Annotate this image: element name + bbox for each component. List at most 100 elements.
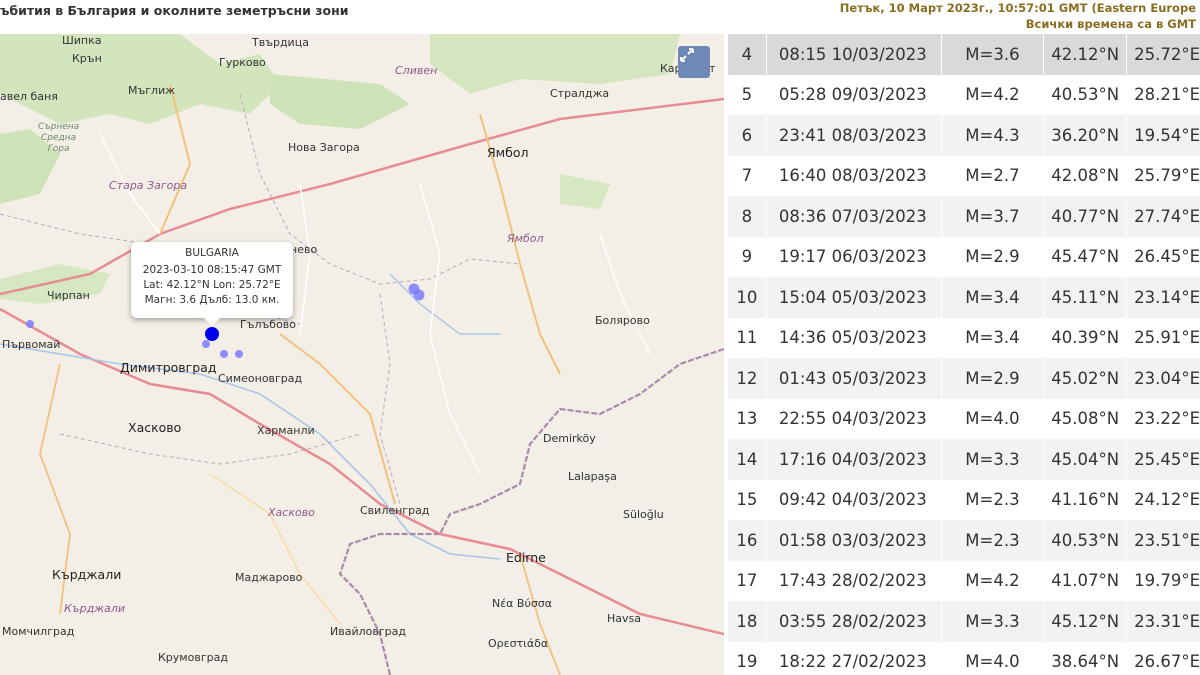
row-number: 6	[728, 115, 767, 156]
header-info: Петък, 10 Март 2023г., 10:57:01 GMT (Eas…	[840, 0, 1196, 32]
quake-marker[interactable]	[202, 340, 210, 348]
map-label: Demirköy	[543, 432, 596, 445]
quake-table-container[interactable]: 4 08:15 10/03/2023 M=3.6 42.12°N 25.72°E 5 05:…	[728, 34, 1200, 675]
row-time: 23:41 08/03/2023	[766, 115, 942, 156]
current-datetime: Петък, 10 Март 2023г., 10:57:01 GMT (Eas…	[839, 1, 1196, 15]
popup-title: BULGARIA	[185, 247, 239, 259]
row-latitude: 45.47°N	[1043, 236, 1128, 277]
map-label: Havsa	[607, 612, 641, 625]
table-row[interactable]: 17 17:43 28/02/2023 M=4.2 41.07°N 19.79°E	[728, 560, 1200, 601]
row-latitude: 36.20°N	[1043, 115, 1128, 156]
table-row[interactable]: 7 16:40 08/03/2023 M=2.7 42.08°N 25.79°E	[728, 155, 1200, 196]
map-label: Кърджали	[52, 567, 122, 582]
map-label: Болярово	[595, 314, 650, 327]
quake-marker[interactable]	[413, 289, 425, 301]
row-number: 5	[728, 74, 767, 115]
row-time: 03:55 28/02/2023	[766, 601, 942, 642]
row-magnitude: M=4.2	[941, 560, 1045, 601]
row-time: 01:43 05/03/2023	[766, 358, 942, 399]
row-latitude: 45.11°N	[1043, 277, 1128, 318]
table-row[interactable]: 11 14:36 05/03/2023 M=3.4 40.39°N 25.91°E	[728, 317, 1200, 358]
popup-coords: Lat: 42.12°N Lon: 25.72°E	[143, 279, 281, 291]
quake-marker[interactable]	[235, 350, 243, 358]
map-label: авел баня	[0, 90, 58, 103]
row-magnitude: M=4.0	[941, 641, 1045, 675]
row-magnitude: M=4.3	[941, 115, 1045, 156]
row-magnitude: M=3.6	[941, 34, 1045, 75]
row-latitude: 41.07°N	[1043, 560, 1128, 601]
row-magnitude: M=4.2	[941, 74, 1045, 115]
timezone-note: Всички времена са в GMT	[1025, 17, 1196, 31]
row-magnitude: M=2.7	[941, 155, 1045, 196]
row-magnitude: M=3.3	[941, 601, 1045, 642]
row-longitude: 27.74°E	[1126, 196, 1200, 237]
row-latitude: 40.53°N	[1043, 74, 1128, 115]
map-label: Нова Загора	[288, 141, 360, 154]
row-time: 18:22 27/02/2023	[766, 641, 942, 675]
row-time: 08:15 10/03/2023	[766, 34, 942, 75]
map-label: Кърджали	[64, 602, 125, 615]
table-row[interactable]: 12 01:43 05/03/2023 M=2.9 45.02°N 23.04°E	[728, 358, 1200, 399]
map-label: Момчилград	[2, 625, 75, 638]
table-row[interactable]: 6 23:41 08/03/2023 M=4.3 36.20°N 19.54°E	[728, 115, 1200, 156]
row-longitude: 24.12°E	[1126, 479, 1200, 520]
row-longitude: 25.79°E	[1126, 155, 1200, 196]
table-row[interactable]: 5 05:28 09/03/2023 M=4.2 40.53°N 28.21°E	[728, 74, 1200, 115]
row-magnitude: M=3.4	[941, 277, 1045, 318]
table-row[interactable]: 4 08:15 10/03/2023 M=3.6 42.12°N 25.72°E	[728, 34, 1200, 75]
map-label: Гурково	[219, 56, 266, 69]
table-row[interactable]: 18 03:55 28/02/2023 M=3.3 45.12°N 23.31°E	[728, 601, 1200, 642]
popup-datetime: 2023-03-10 08:15:47 GMT	[142, 264, 282, 276]
row-magnitude: M=3.7	[941, 196, 1045, 237]
row-time: 05:28 09/03/2023	[766, 74, 942, 115]
map-label: Крън	[72, 52, 102, 65]
row-magnitude: M=3.3	[941, 439, 1045, 480]
row-time: 16:40 08/03/2023	[766, 155, 942, 196]
table-row[interactable]: 15 09:42 04/03/2023 M=2.3 41.16°N 24.12°E	[728, 479, 1200, 520]
row-latitude: 45.02°N	[1043, 358, 1128, 399]
quake-marker-selected[interactable]	[205, 327, 219, 341]
table-row[interactable]: 9 19:17 06/03/2023 M=2.9 45.47°N 26.45°E	[728, 236, 1200, 277]
map-label: Гълъбово	[240, 318, 297, 331]
row-number: 8	[728, 196, 767, 237]
table-row[interactable]: 19 18:22 27/02/2023 M=4.0 38.64°N 26.67°E	[728, 641, 1200, 675]
row-time: 08:36 07/03/2023	[766, 196, 942, 237]
map-label: Твърдица	[252, 36, 309, 49]
table-row[interactable]: 14 17:16 04/03/2023 M=3.3 45.04°N 25.45°E	[728, 439, 1200, 480]
map-label: Крумовград	[158, 651, 228, 664]
map-label: Ямбол	[487, 145, 529, 160]
row-longitude: 23.14°E	[1126, 277, 1200, 318]
row-number: 7	[728, 155, 767, 196]
row-longitude: 23.04°E	[1126, 358, 1200, 399]
map-label: Симеоновград	[218, 372, 303, 385]
row-time: 17:43 28/02/2023	[766, 560, 942, 601]
row-time: 19:17 06/03/2023	[766, 236, 942, 277]
row-longitude: 19.54°E	[1126, 115, 1200, 156]
map-label: Хасково	[268, 506, 315, 519]
map-label: Хасково	[128, 420, 182, 435]
row-number: 19	[728, 641, 767, 675]
row-number: 10	[728, 277, 767, 318]
fullscreen-button[interactable]	[678, 46, 710, 78]
row-number: 12	[728, 358, 767, 399]
table-row[interactable]: 16 01:58 03/03/2023 M=2.3 40.53°N 23.51°E	[728, 520, 1200, 561]
quake-marker[interactable]	[220, 350, 228, 358]
table-row[interactable]: 10 15:04 05/03/2023 M=3.4 45.11°N 23.14°E	[728, 277, 1200, 318]
row-magnitude: M=3.4	[941, 317, 1045, 358]
row-latitude: 38.64°N	[1043, 641, 1128, 675]
row-number: 13	[728, 398, 767, 439]
map-label: Ямбол	[507, 232, 544, 245]
table-row[interactable]: 8 08:36 07/03/2023 M=3.7 40.77°N 27.74°E	[728, 196, 1200, 237]
row-number: 16	[728, 520, 767, 561]
row-longitude: 26.45°E	[1126, 236, 1200, 277]
earthquake-map[interactable]: Шипка Твърдица Крън Гурково Карнобат Мъг…	[0, 34, 724, 675]
quake-marker[interactable]	[26, 320, 34, 328]
row-longitude: 23.51°E	[1126, 520, 1200, 561]
map-label: Димитровград	[120, 360, 217, 375]
table-row[interactable]: 13 22:55 04/03/2023 M=4.0 45.08°N 23.22°E	[728, 398, 1200, 439]
quake-popup: BULGARIA 2023-03-10 08:15:47 GMT Lat: 42…	[131, 242, 293, 326]
row-time: 01:58 03/03/2023	[766, 520, 942, 561]
map-label: Първомай	[2, 338, 61, 351]
row-magnitude: M=4.0	[941, 398, 1045, 439]
row-number: 11	[728, 317, 767, 358]
